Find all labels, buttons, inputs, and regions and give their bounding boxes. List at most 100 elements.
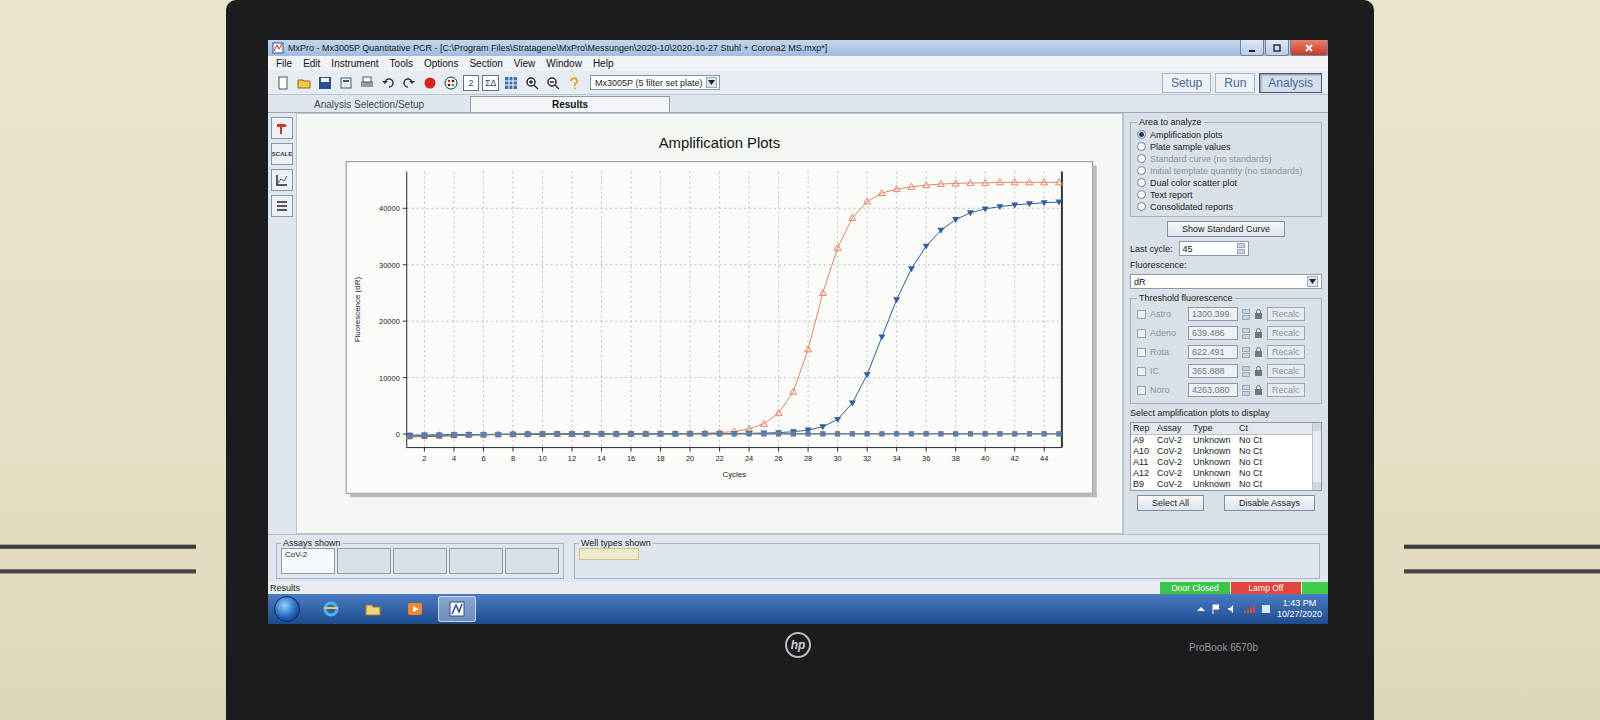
tool-button[interactable] — [271, 195, 293, 217]
radio-button[interactable] — [1137, 154, 1146, 163]
radio-button[interactable] — [1137, 202, 1146, 211]
threshold-checkbox[interactable] — [1137, 329, 1146, 338]
toolbar-button[interactable] — [502, 74, 520, 92]
threshold-input[interactable]: 365.888 — [1188, 364, 1238, 378]
threshold-input[interactable]: 4263.080 — [1188, 383, 1238, 397]
recalc-button[interactable]: Recalc — [1267, 307, 1305, 321]
panel-button[interactable]: Disable Assays — [1224, 495, 1315, 511]
panel-button[interactable]: Select All — [1137, 495, 1204, 511]
instrument-select[interactable]: Mx3005P (5 filter set plate) — [590, 75, 720, 90]
threshold-checkbox[interactable] — [1137, 367, 1146, 376]
minimize-button[interactable] — [1240, 40, 1264, 56]
scrollbar[interactable] — [1312, 423, 1321, 490]
radio-button[interactable] — [1137, 130, 1146, 139]
data-series[interactable] — [406, 200, 1062, 439]
menu-item[interactable]: Tools — [390, 58, 413, 69]
menu-item[interactable]: File — [276, 58, 292, 69]
close-button[interactable] — [1290, 40, 1328, 56]
threshold-input[interactable]: 622.491 — [1188, 345, 1238, 359]
data-series[interactable] — [407, 431, 1061, 438]
menu-item[interactable]: Edit — [303, 58, 320, 69]
radio-option[interactable]: Dual color scatter plot — [1137, 177, 1315, 188]
table-row[interactable]: B9CoV-2UnknownNo Ct — [1131, 479, 1312, 490]
radio-option[interactable]: Amplification plots — [1137, 129, 1315, 140]
recalc-button[interactable]: Recalc — [1267, 345, 1305, 359]
table-row[interactable]: A9CoV-2UnknownNo Ct — [1131, 435, 1312, 446]
toolbar-button[interactable] — [316, 74, 334, 92]
menu-item[interactable]: Options — [424, 58, 458, 69]
fluorescence-select[interactable]: dR — [1130, 274, 1322, 289]
mode-button[interactable]: Analysis — [1259, 73, 1322, 93]
radio-option[interactable]: Standard curve (no standards) — [1137, 153, 1315, 164]
data-series[interactable] — [407, 431, 1061, 439]
radio-button[interactable] — [1137, 190, 1146, 199]
radio-option[interactable]: Initial template quantity (no standards) — [1137, 165, 1315, 176]
menu-item[interactable]: Help — [593, 58, 614, 69]
well-type-field[interactable] — [579, 548, 639, 560]
section-tab[interactable]: Results — [470, 96, 670, 112]
radio-button[interactable] — [1137, 178, 1146, 187]
toolbar-button[interactable] — [523, 74, 541, 92]
menu-item[interactable]: Section — [469, 58, 502, 69]
menu-item[interactable]: Instrument — [331, 58, 378, 69]
spinner[interactable] — [1242, 347, 1250, 358]
assay-tab[interactable]: CoV-2 — [281, 548, 335, 574]
spinner[interactable] — [1242, 385, 1250, 396]
mode-button[interactable]: Setup — [1162, 73, 1211, 93]
toolbar-glyph-button[interactable]: Σ∆ — [482, 75, 499, 91]
recalc-button[interactable]: Recalc — [1267, 326, 1305, 340]
recalc-button[interactable]: Recalc — [1267, 364, 1305, 378]
data-point — [672, 430, 679, 436]
start-button[interactable] — [274, 596, 300, 622]
maximize-button[interactable] — [1265, 40, 1289, 56]
section-tab[interactable]: Analysis Selection/Setup — [308, 97, 430, 112]
threshold-checkbox[interactable] — [1137, 310, 1146, 319]
taskbar-app[interactable] — [438, 596, 476, 622]
toolbar-button[interactable] — [565, 74, 583, 92]
spinner[interactable] — [1242, 309, 1250, 320]
radio-option[interactable]: Text report — [1137, 189, 1315, 200]
table-row[interactable]: A10CoV-2UnknownNo Ct — [1131, 446, 1312, 457]
radio-option[interactable]: Plate sample values — [1137, 141, 1315, 152]
toolbar-button[interactable] — [379, 74, 397, 92]
assay-tab[interactable] — [505, 548, 559, 574]
radio-option[interactable]: Consolidated reports — [1137, 201, 1315, 212]
threshold-checkbox[interactable] — [1137, 348, 1146, 357]
taskbar-app[interactable] — [312, 596, 350, 622]
scale-button[interactable]: SCALE — [271, 143, 293, 165]
clock[interactable]: 1:43 PM10/27/2020 — [1277, 598, 1322, 620]
spinner[interactable] — [1242, 366, 1250, 377]
toolbar-button[interactable] — [337, 74, 355, 92]
threshold-input[interactable]: 1300.399 — [1188, 307, 1238, 321]
table-row[interactable]: A11CoV-2UnknownNo Ct — [1131, 457, 1312, 468]
recalc-button[interactable]: Recalc — [1267, 383, 1305, 397]
radio-button[interactable] — [1137, 166, 1146, 175]
toolbar-glyph-button[interactable]: 2 — [463, 75, 479, 91]
toolbar-button[interactable] — [400, 74, 418, 92]
threshold-input[interactable]: 639.486 — [1188, 326, 1238, 340]
taskbar-app[interactable] — [396, 596, 434, 622]
table-row[interactable]: A12CoV-2UnknownNo Ct — [1131, 468, 1312, 479]
menu-item[interactable]: View — [514, 58, 536, 69]
menu-item[interactable]: Window — [546, 58, 582, 69]
radio-button[interactable] — [1137, 142, 1146, 151]
toolbar-button[interactable] — [421, 74, 439, 92]
tool-button[interactable] — [271, 169, 293, 191]
data-series[interactable] — [406, 179, 1062, 438]
show-standard-curve-button[interactable]: Show Standard Curve — [1167, 221, 1285, 237]
spinner[interactable] — [1242, 328, 1250, 339]
toolbar-button[interactable] — [544, 74, 562, 92]
spinner[interactable] — [1237, 243, 1245, 254]
mode-button[interactable]: Run — [1215, 73, 1255, 93]
tool-button[interactable] — [271, 117, 293, 139]
last-cycle-input[interactable]: 45 — [1179, 241, 1249, 256]
assay-tab[interactable] — [337, 548, 391, 574]
threshold-checkbox[interactable] — [1137, 386, 1146, 395]
toolbar-button[interactable] — [442, 74, 460, 92]
toolbar-button[interactable] — [274, 74, 292, 92]
assay-tab[interactable] — [393, 548, 447, 574]
assay-tab[interactable] — [449, 548, 503, 574]
taskbar-app[interactable] — [354, 596, 392, 622]
toolbar-button[interactable] — [358, 74, 376, 92]
toolbar-button[interactable] — [295, 74, 313, 92]
